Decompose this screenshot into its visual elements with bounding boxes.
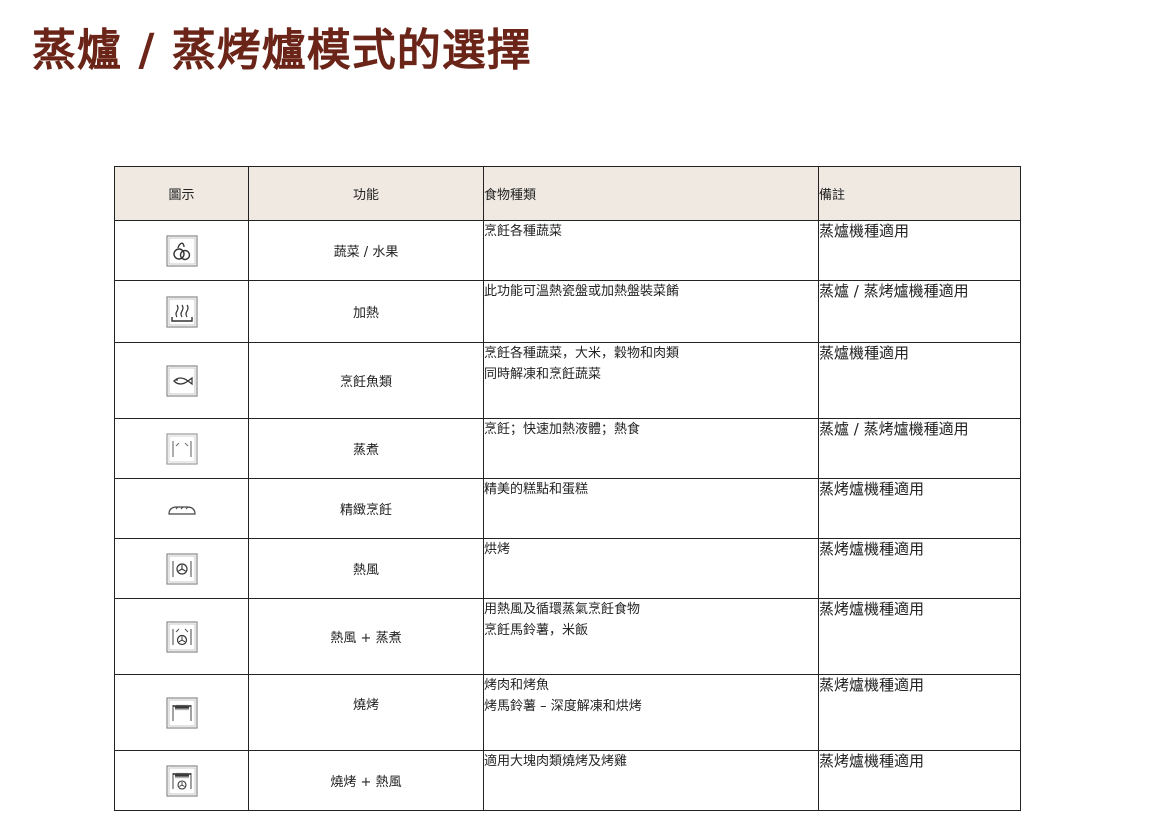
vegetable-fruit-icon <box>165 234 198 267</box>
grill-fan-icon <box>165 764 198 797</box>
header-icon: 圖示 <box>114 166 249 221</box>
food-cell: 烹飪；快速加熱液體；熱食 <box>483 418 819 479</box>
function-label: 燒烤 + 熱風 <box>248 750 484 811</box>
food-line: 烹飪各種蔬菜 <box>484 224 563 239</box>
food-line: 烤肉和烤魚 <box>484 678 550 693</box>
food-cell: 烤肉和烤魚 烤馬鈴薯 – 深度解凍和烘烤 <box>483 674 819 751</box>
food-line: 烹飪各種蔬菜，大米，穀物和肉類 <box>484 346 680 361</box>
oven-mode-table: 圖示 功能 食物種類 備註 蔬菜 / 水果 烹飪各種蔬菜 蒸爐機種適用 加熱 此… <box>114 166 1021 811</box>
food-cell: 此功能可溫熱瓷盤或加熱盤裝菜餚 <box>483 280 819 343</box>
fan-icon <box>165 552 198 585</box>
food-line: 此功能可溫熱瓷盤或加熱盤裝菜餚 <box>484 284 680 299</box>
food-cell: 用熱風及循環蒸氣烹飪食物 烹飪馬鈴薯，米飯 <box>483 598 819 675</box>
table-header-row: 圖示 功能 食物種類 備註 <box>114 166 1021 221</box>
warming-plate-icon <box>165 295 198 328</box>
table-row: 精緻烹飪 精美的糕點和蛋糕 蒸烤爐機種適用 <box>114 478 1021 539</box>
grill-icon <box>165 696 198 729</box>
header-function: 功能 <box>248 166 484 221</box>
function-label: 蔬菜 / 水果 <box>248 220 484 281</box>
fish-icon <box>165 364 198 397</box>
table-row: 燒烤 + 熱風 適用大塊肉類燒烤及烤雞 蒸烤爐機種適用 <box>114 750 1021 811</box>
note-cell: 蒸烤爐機種適用 <box>818 750 1021 811</box>
function-label: 烹飪魚類 <box>248 342 484 419</box>
food-line: 適用大塊肉類燒烤及烤雞 <box>484 754 628 769</box>
food-line: 同時解凍和烹飪蔬菜 <box>484 367 602 382</box>
note-cell: 蒸爐機種適用 <box>818 342 1021 419</box>
header-food: 食物種類 <box>483 166 819 221</box>
note-cell: 蒸烤爐機種適用 <box>818 538 1021 599</box>
food-line: 用熱風及循環蒸氣烹飪食物 <box>484 602 641 617</box>
table-row: 燒烤 烤肉和烤魚 烤馬鈴薯 – 深度解凍和烘烤 蒸烤爐機種適用 <box>114 674 1021 751</box>
food-line: 烤馬鈴薯 – 深度解凍和烘烤 <box>484 699 642 714</box>
fan-steam-icon <box>165 620 198 653</box>
food-cell: 精美的糕點和蛋糕 <box>483 478 819 539</box>
header-note: 備註 <box>818 166 1021 221</box>
function-label: 熱風 + 蒸煮 <box>248 598 484 675</box>
function-label: 燒烤 <box>248 674 484 751</box>
food-cell: 烘烤 <box>483 538 819 599</box>
table-row: 熱風 + 蒸煮 用熱風及循環蒸氣烹飪食物 烹飪馬鈴薯，米飯 蒸烤爐機種適用 <box>114 598 1021 675</box>
bread-icon <box>166 493 198 525</box>
function-label: 熱風 <box>248 538 484 599</box>
note-cell: 蒸爐機種適用 <box>818 220 1021 281</box>
steam-icon <box>165 432 198 465</box>
food-cell: 適用大塊肉類燒烤及烤雞 <box>483 750 819 811</box>
food-line: 烘烤 <box>484 542 511 557</box>
note-cell: 蒸爐 / 蒸烤爐機種適用 <box>818 280 1021 343</box>
note-cell: 蒸烤爐機種適用 <box>818 674 1021 751</box>
page-title: 蒸爐 / 蒸烤爐模式的選擇 <box>32 25 532 76</box>
food-line: 烹飪馬鈴薯，米飯 <box>484 623 589 638</box>
table-row: 蔬菜 / 水果 烹飪各種蔬菜 蒸爐機種適用 <box>114 220 1021 281</box>
note-cell: 蒸烤爐機種適用 <box>818 478 1021 539</box>
function-label: 蒸煮 <box>248 418 484 479</box>
function-label: 加熱 <box>248 280 484 343</box>
note-cell: 蒸爐 / 蒸烤爐機種適用 <box>818 418 1021 479</box>
table-row: 熱風 烘烤 蒸烤爐機種適用 <box>114 538 1021 599</box>
table-row: 烹飪魚類 烹飪各種蔬菜，大米，穀物和肉類 同時解凍和烹飪蔬菜 蒸爐機種適用 <box>114 342 1021 419</box>
table-row: 蒸煮 烹飪；快速加熱液體；熱食 蒸爐 / 蒸烤爐機種適用 <box>114 418 1021 479</box>
food-line: 精美的糕點和蛋糕 <box>484 482 589 497</box>
food-line: 烹飪；快速加熱液體；熱食 <box>484 422 641 437</box>
food-cell: 烹飪各種蔬菜，大米，穀物和肉類 同時解凍和烹飪蔬菜 <box>483 342 819 419</box>
table-row: 加熱 此功能可溫熱瓷盤或加熱盤裝菜餚 蒸爐 / 蒸烤爐機種適用 <box>114 280 1021 343</box>
food-cell: 烹飪各種蔬菜 <box>483 220 819 281</box>
function-label: 精緻烹飪 <box>248 478 484 539</box>
note-cell: 蒸烤爐機種適用 <box>818 598 1021 675</box>
